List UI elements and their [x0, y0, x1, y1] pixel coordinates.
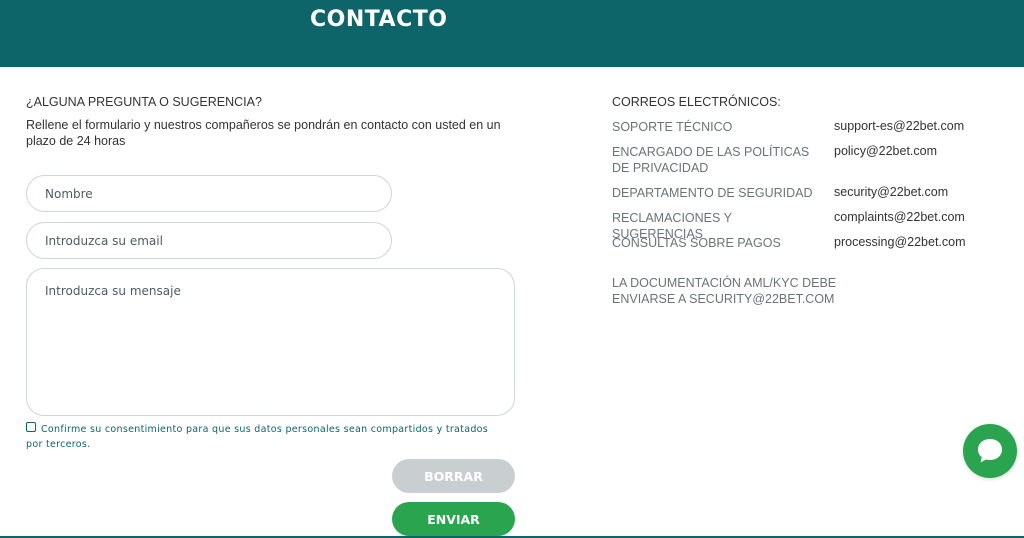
send-button[interactable]: ENVIAR	[392, 502, 515, 536]
email-address[interactable]: support-es@22bet.com	[834, 119, 964, 133]
email-address[interactable]: security@22bet.com	[834, 185, 948, 199]
email-address[interactable]: complaints@22bet.com	[834, 210, 965, 224]
page-title: CONTACTO	[310, 7, 448, 32]
emails-title: CORREOS ELECTRÓNICOS:	[612, 95, 781, 109]
aml-kyc-note: LA DOCUMENTACIÓN AML/KYC DEBE ENVIARSE A…	[612, 276, 837, 306]
chat-button[interactable]	[963, 424, 1017, 478]
email-address[interactable]: processing@22bet.com	[834, 235, 966, 249]
email-label: SOPORTE TÉCNICO	[612, 120, 733, 134]
email-label: CONSULTAS SOBRE PAGOS	[612, 236, 781, 250]
email-address[interactable]: policy@22bet.com	[834, 144, 937, 158]
message-textarea[interactable]	[26, 268, 515, 416]
name-input[interactable]	[26, 175, 392, 212]
email-label: DEPARTAMENTO DE SEGURIDAD	[612, 186, 813, 200]
clear-button[interactable]: BORRAR	[392, 459, 515, 493]
email-input[interactable]	[26, 222, 392, 259]
email-label: ENCARGADO DE LAS POLÍTICAS DE PRIVACIDAD	[612, 145, 810, 175]
consent-label: Confirme su consentimiento para que sus …	[26, 424, 489, 450]
form-intro: Rellene el formulario y nuestros compañe…	[26, 118, 501, 148]
chat-bubble-icon	[978, 439, 1002, 463]
form-question: ¿ALGUNA PREGUNTA O SUGERENCIA?	[26, 95, 262, 109]
page-header: CONTACTO	[0, 0, 1024, 67]
